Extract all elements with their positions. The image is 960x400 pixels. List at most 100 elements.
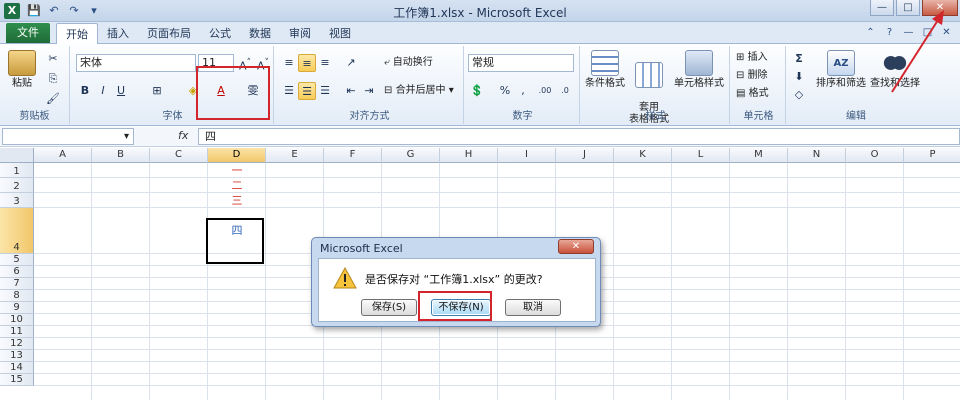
borders-icon[interactable]: ⊞ <box>148 82 166 100</box>
align-right-icon[interactable]: ☰ <box>316 82 334 100</box>
italic-button[interactable]: I <box>94 82 112 100</box>
decrease-decimal-icon[interactable]: .0 <box>556 82 574 100</box>
tab-0[interactable]: 开始 <box>56 23 98 44</box>
column-header[interactable]: M <box>730 148 788 163</box>
column-header[interactable]: H <box>440 148 498 163</box>
minimize-button[interactable]: — <box>870 0 894 16</box>
cell-d3[interactable]: 三 <box>208 193 266 208</box>
format-painter-icon[interactable]: 🖌 <box>44 90 62 108</box>
clear-icon[interactable]: ◇ <box>790 86 808 104</box>
row-header[interactable]: 4 <box>0 208 34 254</box>
row-header[interactable]: 8 <box>0 290 34 302</box>
row-header[interactable]: 9 <box>0 302 34 314</box>
fill-icon[interactable]: ⬇ <box>790 68 808 86</box>
format-cells-button[interactable]: ▤ 格式 <box>736 86 769 102</box>
row-header[interactable]: 5 <box>0 254 34 266</box>
save-button[interactable]: 保存(S) <box>361 299 417 316</box>
autosum-button[interactable]: Σ <box>790 50 808 68</box>
paste-button[interactable]: 粘贴 <box>4 50 40 90</box>
row-header[interactable]: 10 <box>0 314 34 326</box>
cancel-button[interactable]: 取消 <box>505 299 561 316</box>
column-header[interactable]: K <box>614 148 672 163</box>
row-header[interactable]: 1 <box>0 163 34 178</box>
column-header[interactable]: O <box>846 148 904 163</box>
help-icon[interactable]: ? <box>882 25 897 40</box>
tab-2[interactable]: 页面布局 <box>138 23 200 44</box>
row-header[interactable]: 11 <box>0 326 34 338</box>
cell-d1[interactable]: 一 <box>208 163 266 178</box>
column-header[interactable]: D <box>208 148 266 163</box>
merge-center-button[interactable]: ⊟ 合并后居中 ▾ <box>384 83 454 99</box>
align-top-icon[interactable]: ≡ <box>280 54 298 72</box>
column-header[interactable]: I <box>498 148 556 163</box>
row-header[interactable]: 14 <box>0 362 34 374</box>
number-format-select[interactable]: 常规 <box>468 54 574 72</box>
gridline <box>845 163 846 400</box>
ribbon-right-controls: ⌃ ? — □ ✕ <box>863 25 954 40</box>
insert-function-icon[interactable]: fx <box>178 129 188 142</box>
restore-button[interactable]: □ <box>896 0 920 16</box>
gridline <box>34 192 960 193</box>
row-header[interactable]: 15 <box>0 374 34 386</box>
cell-styles-button[interactable]: 单元格样式 <box>672 50 726 90</box>
percent-button[interactable]: % <box>496 82 514 100</box>
window-close-icon[interactable]: ✕ <box>939 25 954 40</box>
column-header[interactable]: N <box>788 148 846 163</box>
column-header[interactable]: F <box>324 148 382 163</box>
column-header[interactable]: B <box>92 148 150 163</box>
column-header[interactable]: A <box>34 148 92 163</box>
align-bottom-icon[interactable]: ≡ <box>316 54 334 72</box>
chevron-up-icon[interactable]: ⌃ <box>863 25 878 40</box>
delete-cells-button[interactable]: ⊟ 删除 <box>736 68 768 84</box>
tab-5[interactable]: 审阅 <box>280 23 320 44</box>
wrap-text-button[interactable]: ⤶ 自动换行 <box>384 55 433 71</box>
cut-icon[interactable]: ✂ <box>44 50 62 68</box>
column-header[interactable]: E <box>266 148 324 163</box>
sort-filter-button[interactable]: AZ 排序和筛选 <box>814 50 868 90</box>
row-header[interactable]: 12 <box>0 338 34 350</box>
row-header[interactable]: 7 <box>0 278 34 290</box>
name-box[interactable]: ▾ <box>2 128 134 145</box>
row-header[interactable]: 6 <box>0 266 34 278</box>
column-header[interactable]: G <box>382 148 440 163</box>
orientation-icon[interactable]: ↗ <box>342 54 360 72</box>
sort-filter-label: 排序和筛选 <box>816 78 866 89</box>
align-left-icon[interactable]: ☰ <box>280 82 298 100</box>
column-header[interactable]: L <box>672 148 730 163</box>
insert-cells-button[interactable]: ⊞ 插入 <box>736 50 768 66</box>
row-header[interactable]: 13 <box>0 350 34 362</box>
gridline <box>34 207 960 208</box>
tab-1[interactable]: 插入 <box>98 23 138 44</box>
conditional-format-button[interactable]: 条件格式 <box>584 50 626 90</box>
tab-3[interactable]: 公式 <box>200 23 240 44</box>
column-header[interactable]: P <box>904 148 960 163</box>
group-label-alignment: 对齐方式 <box>349 111 390 122</box>
tab-file[interactable]: 文件 <box>6 23 50 43</box>
gridline <box>613 163 614 400</box>
row-header[interactable]: 2 <box>0 178 34 193</box>
copy-icon[interactable]: ⎘ <box>44 70 62 88</box>
font-name-select[interactable]: 宋体 <box>76 54 196 72</box>
dialog-close-button[interactable]: ✕ <box>558 239 594 254</box>
window-restore-icon[interactable]: □ <box>920 25 935 40</box>
increase-indent-icon[interactable]: ⇥ <box>360 82 378 100</box>
row-header[interactable]: 3 <box>0 193 34 208</box>
cell-d2[interactable]: 二 <box>208 178 266 193</box>
column-header[interactable]: C <box>150 148 208 163</box>
currency-icon[interactable]: 💲 <box>468 82 486 100</box>
formula-input[interactable]: 四 <box>198 128 960 145</box>
increase-decimal-icon[interactable]: .00 <box>536 82 554 100</box>
column-header[interactable]: J <box>556 148 614 163</box>
find-select-button[interactable]: 查找和选择 <box>868 50 922 90</box>
select-all-corner[interactable] <box>0 148 34 163</box>
comma-button[interactable]: , <box>514 82 532 100</box>
bold-button[interactable]: B <box>76 82 94 100</box>
window-minimize-icon[interactable]: — <box>901 25 916 40</box>
tab-6[interactable]: 视图 <box>320 23 360 44</box>
close-button[interactable]: ✕ <box>922 0 958 16</box>
align-center-icon[interactable]: ☰ <box>298 82 316 100</box>
decrease-indent-icon[interactable]: ⇤ <box>342 82 360 100</box>
tab-4[interactable]: 数据 <box>240 23 280 44</box>
underline-button[interactable]: U <box>112 82 130 100</box>
align-middle-icon[interactable]: ≡ <box>298 54 316 72</box>
